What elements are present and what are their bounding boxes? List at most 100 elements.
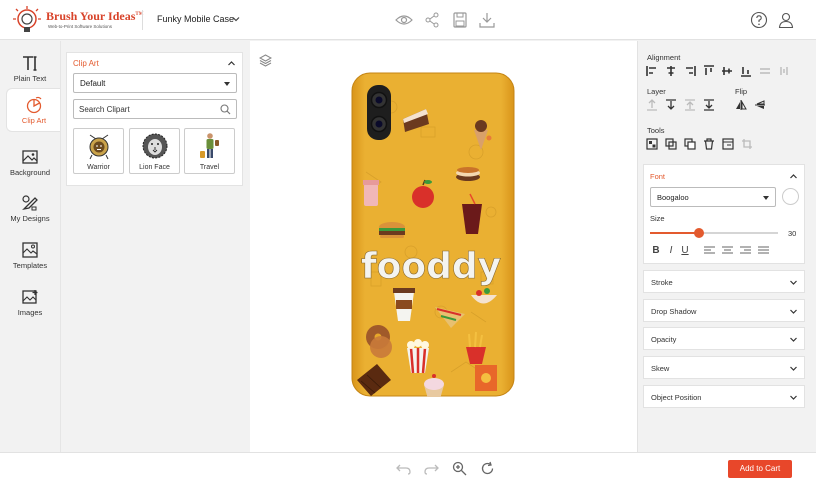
tool-images[interactable]: Images xyxy=(0,281,60,325)
alignment-label: Alignment xyxy=(647,53,681,62)
chevron-down-icon xyxy=(790,366,797,371)
copy-icon[interactable] xyxy=(684,138,696,150)
bold-button[interactable]: B xyxy=(650,245,662,256)
text-align-right-icon[interactable] xyxy=(740,246,751,256)
download-icon[interactable] xyxy=(478,11,496,29)
lion-face-clipart-icon xyxy=(142,133,167,159)
zoom-in-icon[interactable] xyxy=(452,461,467,476)
undo-icon[interactable] xyxy=(396,461,411,476)
clipart-item-warrior[interactable]: Warrior xyxy=(73,128,124,174)
clipart-icon xyxy=(26,96,42,114)
text-icon xyxy=(23,56,37,71)
align-left-icon[interactable] xyxy=(646,65,658,77)
send-to-back-icon[interactable] xyxy=(703,99,715,111)
crop-icon[interactable] xyxy=(741,138,753,150)
caret-down-icon xyxy=(763,196,769,200)
add-to-cart-button[interactable]: Add to Cart xyxy=(728,460,792,478)
text-align-justify-icon[interactable] xyxy=(758,246,769,256)
skew-section[interactable]: Skew xyxy=(643,356,805,379)
templates-icon xyxy=(22,242,38,258)
clipart-item-travel[interactable]: Travel xyxy=(184,128,235,174)
reset-icon[interactable] xyxy=(480,461,495,476)
font-size-label: Size xyxy=(650,214,665,223)
lock-icon[interactable] xyxy=(722,138,734,150)
tool-my-designs[interactable]: My Designs xyxy=(0,187,60,231)
caret-down-icon xyxy=(224,82,230,86)
drop-shadow-section[interactable]: Drop Shadow xyxy=(643,299,805,322)
flip-label: Flip xyxy=(735,87,748,96)
clipart-search xyxy=(73,99,237,119)
bring-to-front-icon[interactable] xyxy=(684,99,696,111)
background-icon xyxy=(22,150,38,164)
eye-icon[interactable] xyxy=(395,11,413,29)
object-position-section[interactable]: Object Position xyxy=(643,385,805,408)
chevron-down-icon[interactable] xyxy=(231,14,241,24)
chevron-down-icon xyxy=(790,337,797,342)
group-icon[interactable] xyxy=(646,138,658,150)
font-section-title: Font xyxy=(650,172,666,181)
text-align-left-icon[interactable] xyxy=(704,246,715,256)
font-size-slider-thumb[interactable] xyxy=(693,228,704,238)
font-size-slider-fill xyxy=(650,232,699,234)
tool-background[interactable]: Background xyxy=(0,141,60,185)
help-icon[interactable] xyxy=(750,11,768,29)
flip-horizontal-icon[interactable] xyxy=(735,99,747,111)
font-size-value: 30 xyxy=(788,229,797,238)
font-family-select[interactable]: Boogaloo xyxy=(650,187,776,207)
tool-templates[interactable]: Templates xyxy=(0,234,60,278)
underline-button[interactable]: U xyxy=(679,245,691,256)
travel-clipart-icon xyxy=(199,133,219,158)
redo-icon[interactable] xyxy=(424,461,439,476)
distribute-h-icon[interactable] xyxy=(759,65,771,77)
align-middle-icon[interactable] xyxy=(721,65,733,77)
layer-label: Layer xyxy=(647,87,666,96)
align-top-icon[interactable] xyxy=(703,65,715,77)
align-bottom-icon[interactable] xyxy=(740,65,752,77)
chevron-up-icon[interactable] xyxy=(789,172,798,181)
clipart-search-input[interactable] xyxy=(79,103,214,116)
font-color-picker[interactable] xyxy=(782,188,799,205)
brand-name: Brush Your IdeasTM xyxy=(46,9,144,23)
chevron-down-icon xyxy=(790,280,797,285)
align-center-h-icon[interactable] xyxy=(665,65,677,77)
tool-sidebar: Plain Text Clip Art Background My Design… xyxy=(0,41,61,452)
chevron-down-icon xyxy=(790,395,797,400)
brand-logo[interactable]: Brush Your IdeasTM Web-to-Print Software… xyxy=(12,5,144,35)
design-text[interactable]: fooddy xyxy=(361,246,502,288)
stroke-section[interactable]: Stroke xyxy=(643,270,805,293)
flip-vertical-icon[interactable] xyxy=(754,99,766,111)
logo-icon xyxy=(13,6,41,32)
tool-clip-art[interactable]: Clip Art xyxy=(6,88,61,132)
distribute-v-icon[interactable] xyxy=(778,65,790,77)
opacity-section[interactable]: Opacity xyxy=(643,327,805,350)
font-section: Font Boogaloo Size 30 B I U xyxy=(643,164,805,264)
chevron-down-icon xyxy=(790,309,797,314)
images-icon xyxy=(22,290,38,304)
product-title[interactable]: Funky Mobile Case xyxy=(157,14,234,24)
send-backward-icon[interactable] xyxy=(665,99,677,111)
align-right-icon[interactable] xyxy=(684,65,696,77)
layers-icon[interactable] xyxy=(259,54,272,67)
my-designs-icon xyxy=(22,195,38,211)
tool-plain-text[interactable]: Plain Text xyxy=(0,47,60,91)
warrior-clipart-icon xyxy=(89,134,108,160)
share-icon[interactable] xyxy=(423,11,441,29)
bring-forward-icon[interactable] xyxy=(646,99,658,111)
search-icon[interactable] xyxy=(220,104,231,115)
clipart-title: Clip Art xyxy=(73,59,99,68)
clipart-panel: Clip Art Default Warrior Lion Face xyxy=(66,52,243,186)
clipart-category-select[interactable]: Default xyxy=(73,73,237,93)
font-size-slider-track[interactable] xyxy=(650,232,778,234)
chevron-up-icon[interactable] xyxy=(227,59,236,68)
save-icon[interactable] xyxy=(451,11,469,29)
design-canvas[interactable]: fooddy xyxy=(250,41,637,452)
delete-icon[interactable] xyxy=(703,138,715,150)
clipart-item-lion-face[interactable]: Lion Face xyxy=(129,128,180,174)
footer-bar: Add to Cart xyxy=(0,452,816,484)
text-align-center-icon[interactable] xyxy=(722,246,733,256)
italic-button[interactable]: I xyxy=(665,245,677,256)
phone-case-preview[interactable]: fooddy xyxy=(351,72,515,397)
header-bar: Brush Your IdeasTM Web-to-Print Software… xyxy=(0,0,816,40)
duplicate-icon[interactable] xyxy=(665,138,677,150)
user-icon[interactable] xyxy=(777,11,795,29)
